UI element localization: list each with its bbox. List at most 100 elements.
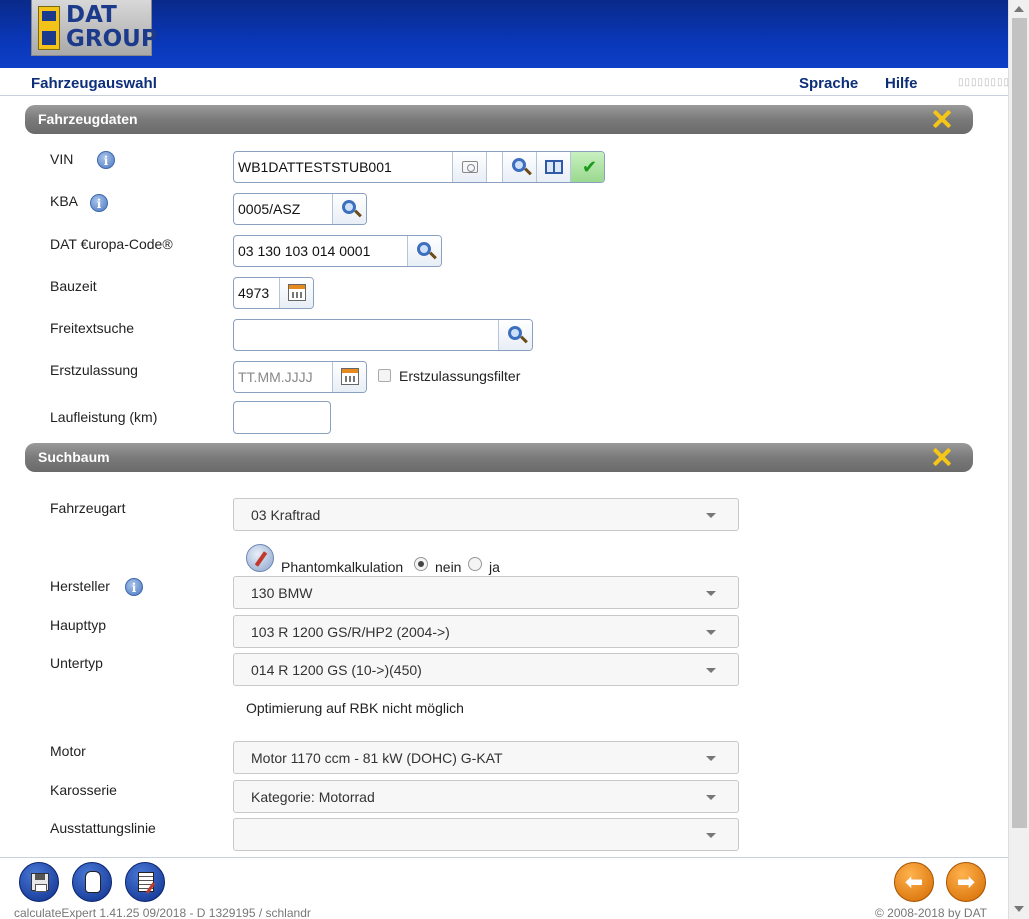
collapse-vehicle-data-close-icon[interactable] bbox=[931, 108, 951, 130]
vin-book-button[interactable] bbox=[536, 152, 570, 182]
vin-label: VIN bbox=[50, 151, 74, 167]
europa-code-input-group: 03 130 103 014 0001 bbox=[233, 235, 442, 267]
karosserie-select[interactable]: Kategorie: Motorrad bbox=[233, 780, 739, 813]
hersteller-select[interactable]: 130 BMW bbox=[233, 576, 739, 609]
phantom-no-label: nein bbox=[435, 559, 462, 575]
scrollbar-thumb[interactable] bbox=[1012, 18, 1027, 828]
fahrzeugart-select[interactable]: 03 Kraftrad bbox=[233, 498, 739, 531]
bauzeit-label: Bauzeit bbox=[50, 278, 97, 294]
dropdown-caret-icon bbox=[706, 756, 716, 761]
collapse-search-tree-close-icon[interactable] bbox=[931, 446, 951, 468]
vin-confirm-button[interactable]: ✔ bbox=[570, 152, 604, 182]
help-link[interactable]: Hilfe bbox=[885, 75, 918, 92]
camera-icon bbox=[462, 161, 478, 173]
europa-code-input[interactable]: 03 130 103 014 0001 bbox=[234, 236, 407, 266]
dropdown-caret-icon bbox=[706, 591, 716, 596]
kba-label: KBA bbox=[50, 193, 79, 209]
scroll-down-arrow-icon[interactable] bbox=[1014, 906, 1024, 912]
karosserie-value: Kategorie: Motorrad bbox=[251, 789, 375, 805]
logo-text-dat: DAT bbox=[66, 2, 117, 28]
erstzulassung-calendar-button[interactable] bbox=[332, 362, 366, 392]
dropdown-caret-icon bbox=[706, 795, 716, 800]
fahrzeugart-value: 03 Kraftrad bbox=[251, 507, 321, 523]
footer-divider bbox=[0, 857, 1008, 858]
vin-info-icon[interactable]: i bbox=[97, 151, 115, 169]
search-handle-icon bbox=[520, 335, 528, 344]
language-link[interactable]: Sprache bbox=[799, 75, 858, 92]
search-handle-icon bbox=[354, 209, 362, 218]
phantom-yes-label: ja bbox=[489, 559, 500, 575]
kba-search-button[interactable] bbox=[332, 194, 366, 224]
book-icon bbox=[545, 160, 563, 174]
ausstattung-label: Ausstattungslinie bbox=[50, 820, 156, 836]
phantom-radio-yes[interactable] bbox=[468, 557, 482, 571]
bauzeit-input[interactable]: 4973 bbox=[234, 278, 279, 308]
app-header: DAT GROUP bbox=[0, 0, 1008, 68]
dropdown-caret-icon bbox=[706, 668, 716, 673]
erstzulassung-input[interactable]: TT.MM.JJJJ bbox=[234, 362, 332, 392]
hersteller-label: Hersteller bbox=[50, 578, 110, 594]
rbk-notice: Optimierung auf RBK nicht möglich bbox=[246, 700, 464, 716]
freitext-search-button[interactable] bbox=[498, 320, 532, 350]
dropdown-caret-icon bbox=[706, 630, 716, 635]
erstzulassungsfilter-checkbox[interactable] bbox=[378, 369, 391, 382]
haupttyp-label: Haupttyp bbox=[50, 617, 107, 633]
karosserie-label: Karosserie bbox=[50, 782, 117, 798]
manual-selection-button[interactable] bbox=[72, 862, 112, 902]
bauzeit-calendar-button[interactable] bbox=[279, 278, 313, 308]
footer-copyright: © 2008-2018 by DAT bbox=[875, 906, 988, 919]
kba-input[interactable]: 0005/ASZ bbox=[234, 194, 332, 224]
hersteller-info-icon[interactable]: i bbox=[125, 578, 143, 596]
laufleistung-input[interactable] bbox=[234, 402, 330, 433]
scroll-up-arrow-icon[interactable] bbox=[1014, 6, 1024, 12]
europa-code-search-button[interactable] bbox=[407, 236, 441, 266]
next-button[interactable]: ➡ bbox=[946, 862, 986, 902]
untertyp-value: 014 R 1200 GS (10->)(450) bbox=[251, 662, 422, 678]
calendar-icon bbox=[288, 284, 306, 301]
save-button[interactable] bbox=[19, 862, 59, 902]
haupttyp-select[interactable]: 103 R 1200 GS/R/HP2 (2004->) bbox=[233, 615, 739, 648]
dropdown-caret-icon bbox=[706, 833, 716, 838]
vin-input-group: WB1DATTESTSTUB001 ✔ bbox=[233, 151, 605, 183]
freitext-input[interactable] bbox=[234, 320, 498, 350]
kba-info-icon[interactable]: i bbox=[90, 194, 108, 212]
phantom-radio-no[interactable] bbox=[414, 557, 428, 571]
erstzulassung-label: Erstzulassung bbox=[50, 362, 138, 378]
motor-value: Motor 1170 ccm - 81 kW (DOHC) G-KAT bbox=[251, 750, 503, 766]
europa-code-label: DAT €uropa-Code® bbox=[50, 236, 173, 252]
footer-status-text: calculateExpert 1.41.25 09/2018 - D 1329… bbox=[14, 906, 311, 919]
vehicle-data-section-title: Fahrzeugdaten bbox=[38, 111, 138, 127]
search-tree-section-header[interactable]: Suchbaum bbox=[25, 443, 973, 472]
motor-select[interactable]: Motor 1170 ccm - 81 kW (DOHC) G-KAT bbox=[233, 741, 739, 774]
phantom-calculation-icon bbox=[246, 544, 274, 572]
vehicle-data-section-header[interactable]: Fahrzeugdaten bbox=[25, 105, 973, 134]
document-edit-icon bbox=[138, 872, 154, 892]
back-button[interactable]: ⬅ bbox=[894, 862, 934, 902]
hand-icon bbox=[85, 871, 101, 893]
vin-camera-button[interactable] bbox=[452, 152, 486, 182]
save-icon bbox=[31, 873, 49, 892]
dropdown-caret-icon bbox=[706, 513, 716, 518]
untertyp-label: Untertyp bbox=[50, 655, 103, 671]
calendar-icon bbox=[341, 368, 359, 385]
erstzulassungsfilter-label: Erstzulassungsfilter bbox=[399, 368, 521, 384]
edit-document-button[interactable] bbox=[125, 862, 165, 902]
nav-bar: Fahrzeugauswahl Sprache Hilfe ▯▯▯▯▯▯▯▯ bbox=[0, 68, 1009, 96]
hersteller-value: 130 BMW bbox=[251, 585, 313, 601]
vin-spacer bbox=[486, 152, 502, 182]
logo-text-group: GROUP bbox=[66, 26, 158, 52]
vin-input[interactable]: WB1DATTESTSTUB001 bbox=[234, 152, 452, 182]
bauzeit-input-group: 4973 bbox=[233, 277, 314, 309]
untertyp-select[interactable]: 014 R 1200 GS (10->)(450) bbox=[233, 653, 739, 686]
freitext-label: Freitextsuche bbox=[50, 320, 135, 336]
vertical-scrollbar[interactable] bbox=[1008, 0, 1029, 919]
freitext-input-group bbox=[233, 319, 533, 351]
search-handle-icon bbox=[524, 167, 532, 176]
ausstattung-select[interactable] bbox=[233, 818, 739, 851]
vin-search-button[interactable] bbox=[502, 152, 536, 182]
checkmark-icon: ✔ bbox=[582, 157, 598, 177]
logo-text: DAT GROUP bbox=[66, 3, 158, 51]
fahrzeugart-label: Fahrzeugart bbox=[50, 500, 126, 516]
laufleistung-label: Laufleistung (km) bbox=[50, 409, 158, 425]
dat-group-logo: DAT GROUP bbox=[31, 0, 158, 56]
